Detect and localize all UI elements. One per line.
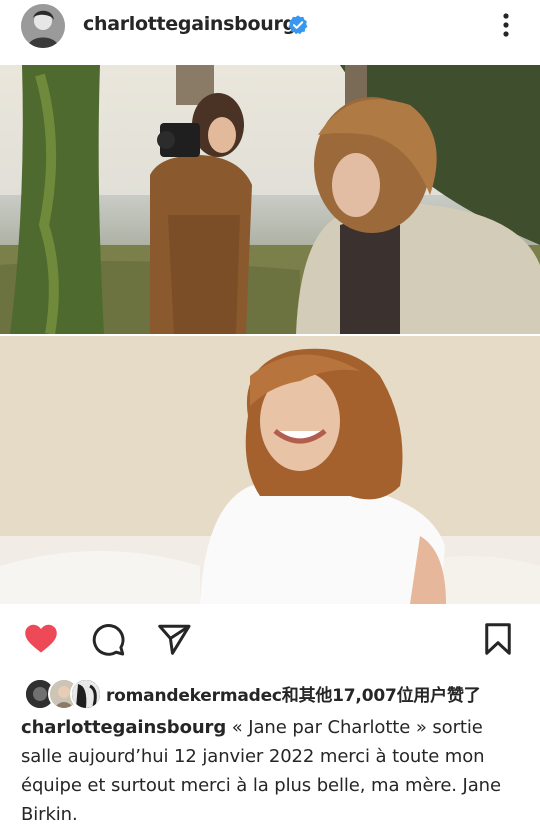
post-photo-bottom[interactable] (0, 336, 540, 604)
heart-icon[interactable] (22, 621, 60, 657)
post-caption: charlottegainsbourg « Jane par Charlotte… (21, 713, 521, 829)
avatar-image (21, 4, 65, 48)
verified-badge-icon (288, 15, 308, 35)
liker-avatar-image (72, 680, 100, 708)
post-header: charlottegainsbourg (0, 0, 540, 58)
caption-username[interactable]: charlottegainsbourg (21, 717, 226, 738)
photo-smiling-woman-portrait (0, 336, 540, 604)
avatar[interactable] (21, 4, 65, 48)
post-photo-top[interactable] (0, 65, 540, 334)
more-vertical-icon[interactable] (496, 12, 516, 40)
bookmark-icon[interactable] (480, 621, 516, 657)
liker-avatar (70, 678, 102, 710)
photo-two-women-outdoors (0, 65, 540, 334)
send-icon[interactable] (155, 621, 193, 657)
post-username[interactable]: charlottegainsbourg (83, 13, 296, 35)
likes-row[interactable]: romandekermadec和其他17,007位用户赞了 (0, 672, 540, 712)
comment-icon[interactable] (89, 621, 127, 657)
post-action-bar (0, 615, 540, 665)
likes-text[interactable]: romandekermadec和其他17,007位用户赞了 (106, 681, 481, 706)
